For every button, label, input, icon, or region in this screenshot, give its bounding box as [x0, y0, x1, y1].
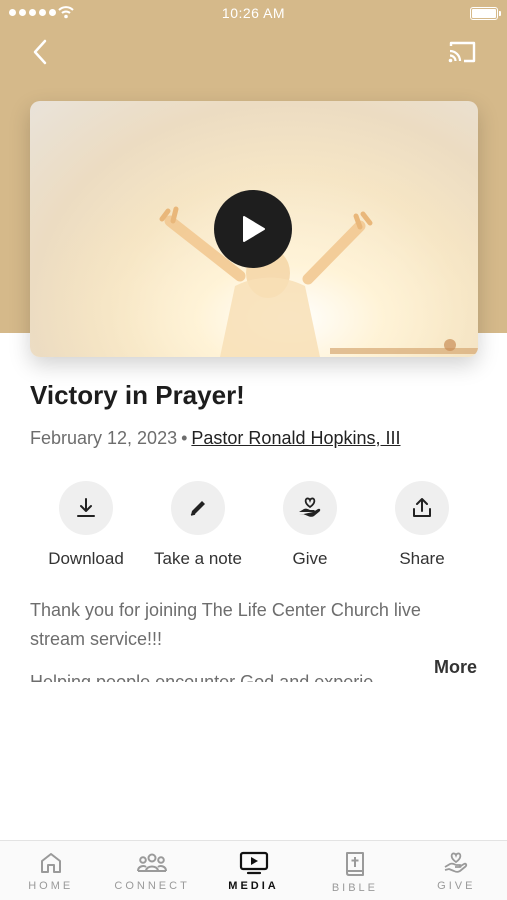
- home-icon: [40, 853, 61, 873]
- sermon-title: Victory in Prayer!: [30, 380, 245, 410]
- play-icon: [243, 216, 265, 242]
- download-icon: [77, 498, 95, 517]
- tab-bible-label: BIBLE: [331, 882, 379, 894]
- download-button[interactable]: Download: [30, 481, 142, 569]
- tab-give[interactable]: GIVE: [406, 841, 507, 900]
- take-note-button[interactable]: Take a note: [142, 481, 254, 569]
- sermon-meta: February 12, 2023 • Pastor Ronald Hopkins,…: [30, 428, 401, 449]
- description-line-1: Thank you for joining The Life Center Ch…: [30, 600, 421, 649]
- tab-bible[interactable]: BIBLE: [304, 841, 405, 900]
- tab-connect[interactable]: CONNECT: [101, 841, 202, 900]
- pencil-icon: [190, 501, 205, 516]
- battery-icon: [470, 7, 501, 20]
- tab-home-label: HOME: [28, 880, 74, 892]
- sermon-date: February 12, 2023: [30, 428, 178, 448]
- share-button[interactable]: Share: [366, 481, 478, 569]
- give-button[interactable]: Give: [254, 481, 366, 569]
- tab-media[interactable]: MEDIA: [203, 841, 304, 900]
- tv-play-icon: [239, 851, 268, 875]
- tab-home[interactable]: HOME: [0, 841, 101, 900]
- status-time: 10:26 AM: [221, 5, 286, 21]
- share-circle: [395, 481, 449, 535]
- take-note-circle: [171, 481, 225, 535]
- pastor-link[interactable]: Pastor Ronald Hopkins, III: [191, 428, 400, 448]
- sermon-description: Thank you for joining The Life Center Ch…: [30, 596, 478, 682]
- give-heart-hand-icon: [444, 852, 468, 873]
- description-line-2: Helping people encounter God and experie…: [30, 672, 389, 682]
- action-row: Download Take a note Give Share: [30, 481, 478, 571]
- tab-media-label: MEDIA: [228, 880, 279, 892]
- chevron-left-icon: [33, 39, 47, 65]
- give-heart-hand-icon: [299, 497, 321, 517]
- video-player[interactable]: [30, 101, 478, 357]
- download-circle: [59, 481, 113, 535]
- share-icon: [413, 498, 431, 517]
- cast-button[interactable]: [445, 38, 479, 66]
- meta-separator: •: [181, 428, 188, 448]
- status-bar: 10:26 AM: [0, 0, 507, 28]
- share-label: Share: [399, 549, 445, 568]
- tab-give-label: GIVE: [437, 880, 476, 892]
- cast-icon: [448, 41, 476, 63]
- give-label: Give: [292, 549, 328, 568]
- take-note-label: Take a note: [154, 549, 242, 568]
- give-circle: [283, 481, 337, 535]
- play-button[interactable]: [214, 190, 292, 268]
- back-button[interactable]: [24, 36, 56, 68]
- more-button[interactable]: More: [417, 657, 477, 678]
- bible-icon: [345, 852, 364, 876]
- tab-connect-label: CONNECT: [114, 880, 190, 892]
- people-icon: [137, 853, 168, 872]
- bottom-tab-bar: HOME CONNECT MEDIA BIBLE GIVE: [0, 840, 507, 900]
- download-label: Download: [48, 549, 124, 568]
